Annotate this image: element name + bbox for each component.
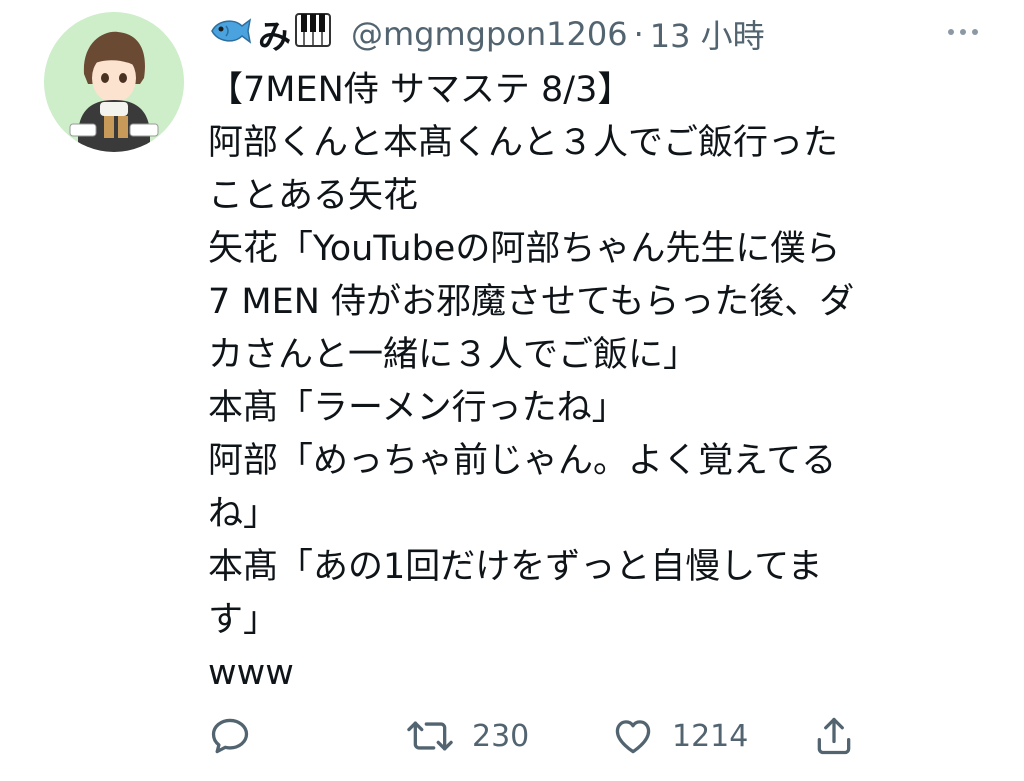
- user-handle[interactable]: @mgmgpon1206: [351, 15, 628, 53]
- tweet-header: み @mgmgpon1206 · 13 小時: [208, 10, 765, 58]
- tweet-text-line: 矢花「YouTubeの阿部ちゃん先生に僕ら: [208, 229, 841, 269]
- tweet-text-line: ことある矢花: [208, 176, 419, 216]
- retweet-count: 230: [472, 718, 530, 754]
- retweet-button[interactable]: 230: [404, 708, 529, 764]
- reply-button[interactable]: [208, 708, 252, 764]
- tweet-text-line: www: [208, 653, 294, 693]
- like-button[interactable]: 1214: [610, 708, 748, 764]
- separator-dot: ·: [633, 15, 644, 53]
- piano-keys-icon: [295, 12, 331, 56]
- tweet[interactable]: み @mgmgpon1206 · 13 小時 【7MEN侍 サマステ 8/3】 …: [0, 0, 1024, 781]
- tweet-text-line: 阿部くんと本髙くんと３人でご飯行った: [208, 123, 839, 163]
- tweet-text: 【7MEN侍 サマステ 8/3】 阿部くんと本髙くんと３人でご飯行った ことある…: [208, 64, 998, 700]
- reply-icon: [208, 714, 252, 758]
- tweet-text-line: ね」: [208, 494, 279, 534]
- fish-icon: [208, 15, 252, 54]
- tweet-text-line: 【7MEN侍 サマステ 8/3】: [208, 70, 633, 110]
- tweet-actions: 230 1214: [208, 708, 868, 764]
- like-count: 1214: [672, 718, 749, 754]
- tweet-text-line: す」: [208, 600, 279, 640]
- heart-icon: [610, 714, 656, 758]
- tweet-text-line: 阿部「めっちゃ前じゃん。よく覚えてる: [208, 441, 837, 481]
- tweet-text-line: 本髙「ラーメン行ったね」: [208, 388, 627, 428]
- share-button[interactable]: [812, 708, 856, 764]
- tweet-text-line: 7 MEN 侍がお邪魔させてもらった後、ダ: [208, 282, 855, 322]
- avatar-illustration: [44, 12, 184, 152]
- more-options-icon[interactable]: [938, 14, 988, 50]
- avatar[interactable]: [44, 12, 184, 152]
- display-name[interactable]: み: [208, 10, 337, 58]
- share-icon: [812, 714, 856, 758]
- tweet-text-line: カさんと一緒に３人でご飯に」: [208, 335, 699, 375]
- tweet-text-line: 本髙「あの1回だけをずっと自慢してま: [208, 547, 823, 587]
- display-name-text: み: [258, 17, 291, 56]
- timestamp[interactable]: 13 小時: [650, 11, 765, 57]
- retweet-icon: [404, 714, 456, 758]
